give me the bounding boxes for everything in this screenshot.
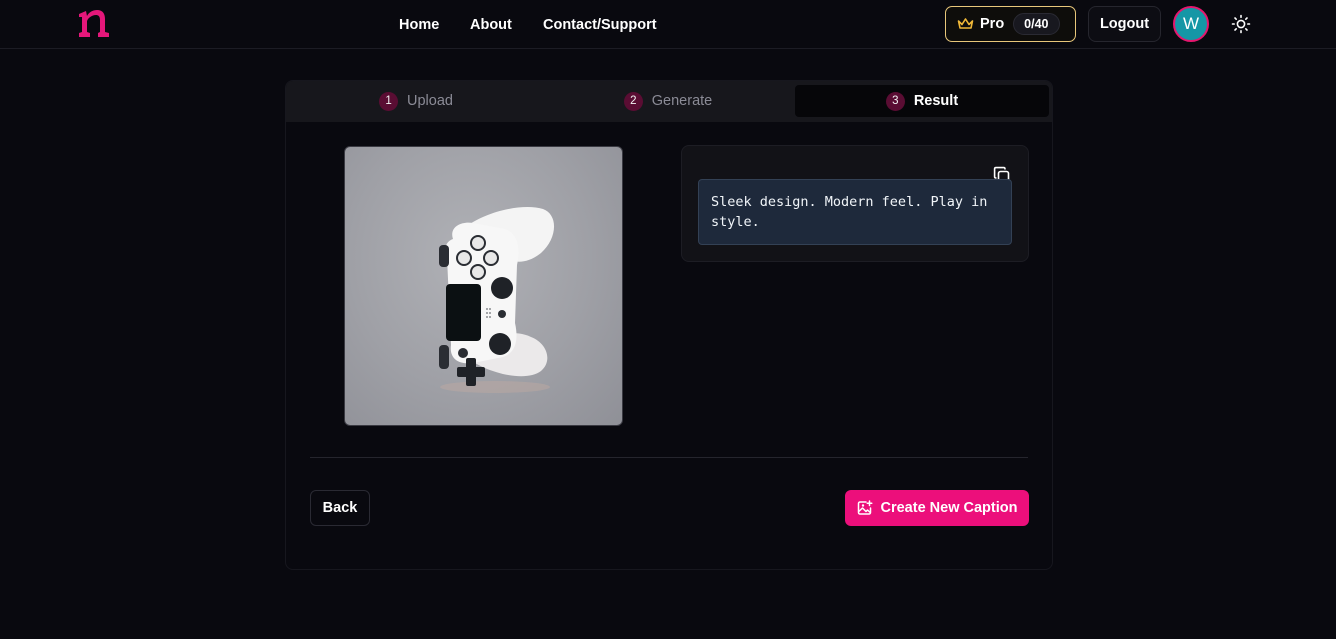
tab-generate[interactable]: 2 Generate [543,85,793,117]
pro-plan-badge[interactable]: Pro 0/40 [945,6,1076,42]
game-controller-image [439,207,555,393]
brand-logo[interactable] [76,5,112,41]
step-number-badge: 1 [379,91,399,111]
tab-result[interactable]: 3 Result [795,85,1049,117]
image-plus-icon [857,500,872,515]
step-label: Generate [651,93,713,109]
nav-home[interactable]: Home [399,17,439,33]
pro-label: Pro [980,16,1005,32]
step-tabs: 1 Upload 2 Generate 3 Result [286,81,1052,122]
back-button[interactable]: Back [310,490,370,526]
nav-contact-support[interactable]: Contact/Support [543,17,657,33]
usage-count-badge: 0/40 [1013,13,1060,35]
step-label: Upload [407,93,453,109]
generated-caption-text[interactable]: Sleek design. Modern feel. Play in style… [698,179,1012,245]
section-divider [310,457,1028,458]
step-number-badge: 2 [623,91,643,111]
theme-toggle-button[interactable] [1229,12,1253,36]
crown-icon [957,18,974,29]
caption-wizard-card: 1 Upload 2 Generate 3 Result Sleek desig… [285,80,1053,570]
create-button-label: Create New Caption [880,500,1018,516]
step-number-badge: 3 [885,91,905,111]
logout-button[interactable]: Logout [1088,6,1161,42]
step-label: Result [913,93,959,109]
tab-upload[interactable]: 1 Upload [292,85,540,117]
nav-about[interactable]: About [470,17,512,33]
top-navbar: Home About Contact/Support Pro 0/40 Logo… [0,0,1336,49]
logo-n-icon [79,10,109,37]
user-avatar[interactable]: W [1173,6,1209,42]
sun-icon [1231,14,1251,34]
uploaded-image-preview [344,146,623,426]
caption-result-panel: Sleek design. Modern feel. Play in style… [681,145,1029,262]
create-new-caption-button[interactable]: Create New Caption [845,490,1029,526]
